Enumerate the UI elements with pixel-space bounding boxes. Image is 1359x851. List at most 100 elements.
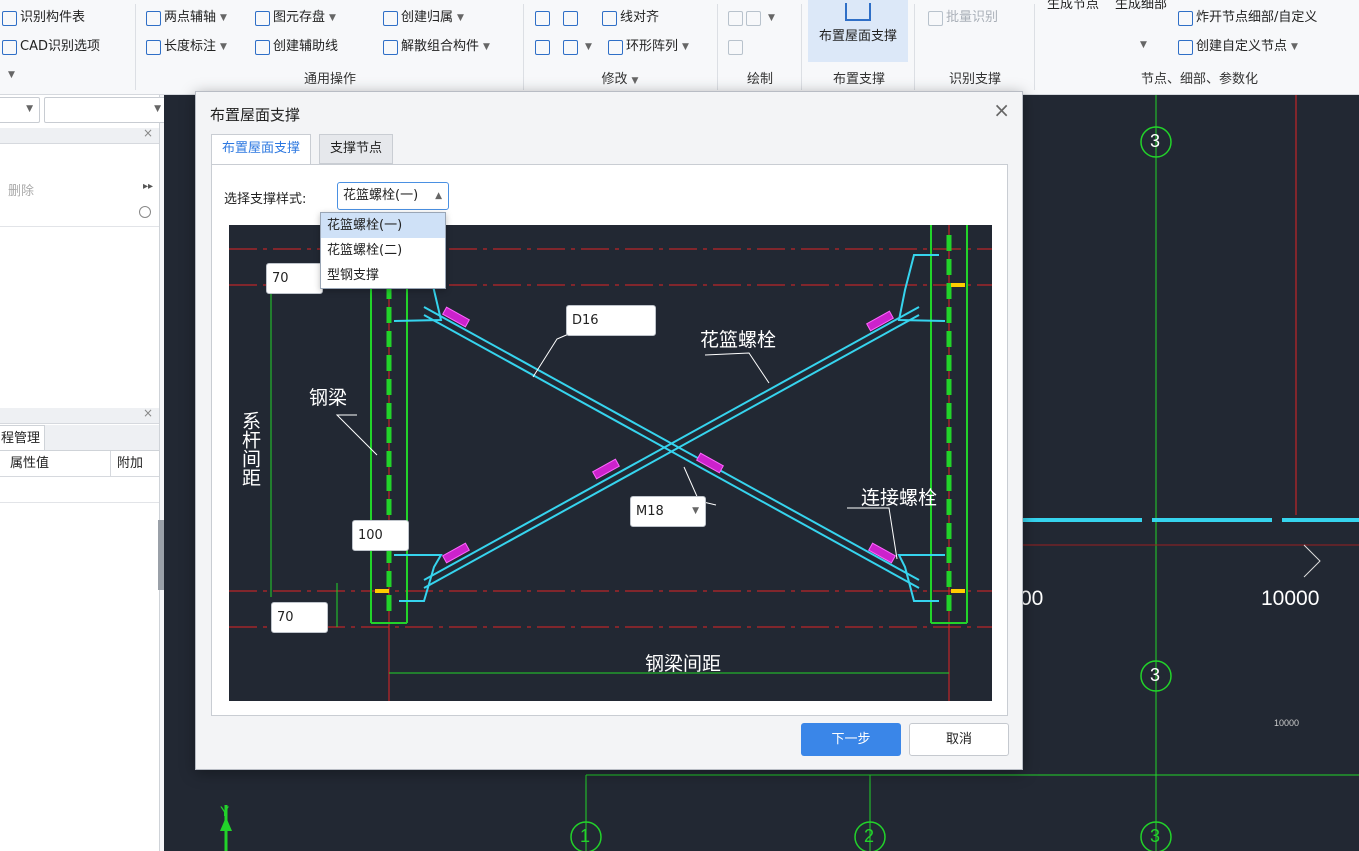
close-icon[interactable]: × — [993, 100, 1010, 120]
component-list-header: × — [0, 126, 159, 144]
extend-button[interactable]: ▼ — [563, 37, 592, 57]
delete-button[interactable]: 删除 — [8, 180, 34, 199]
chevron-down-icon: ▼ — [154, 104, 161, 114]
chevron-down-icon: ▼ — [483, 42, 490, 52]
ring-array-button[interactable]: 环形阵列 ▼ — [608, 37, 689, 57]
cad-identify-options-button[interactable]: CAD识别选项 — [2, 37, 100, 57]
cancel-button[interactable]: 取消 — [909, 723, 1009, 756]
axis-label: 3 — [1150, 826, 1161, 846]
batch-identify-icon — [928, 10, 943, 26]
copy-icon — [535, 10, 550, 26]
array-icon — [608, 39, 623, 55]
ribbon-divider — [914, 4, 915, 90]
tab-place-roof-bracing[interactable]: 布置屋面支撑 — [211, 134, 312, 165]
ribbon-toolbar: 识别构件表 CAD识别选项 ▼ 两点辅轴 ▼ 长度标注 ▼ 图元存盘 ▼ 创建辅助线 … — [0, 0, 1359, 95]
connection-bolt-label: 连接螺栓 — [861, 487, 938, 509]
rod-diameter-input[interactable]: D16 — [566, 305, 656, 336]
tab-property-management[interactable]: 程管理 — [0, 425, 45, 451]
chevron-down-icon: ▼ — [457, 13, 464, 23]
bracing-diagram: 花篮螺栓 钢梁 系杆间距 连接螺栓 钢梁间距 70 D16 100 M18 ▼ 7… — [229, 225, 992, 701]
create-custom-node-button[interactable]: 创建自定义节点 ▼ — [1178, 37, 1298, 57]
dropdown-option[interactable]: 型钢支撑 — [321, 263, 445, 288]
place-roof-bracing-button[interactable]: 布置屋面支撑 — [808, 0, 908, 62]
bracing-style-dropdown: 花篮螺栓(一) 花篮螺栓(二) 型钢支撑 — [320, 212, 446, 289]
col-attr-value: 属性值 — [10, 456, 50, 471]
group-label-modify[interactable]: 修改 ▼ — [525, 70, 715, 90]
create-group-button[interactable]: 创建归属 ▼ — [383, 8, 464, 28]
table-row[interactable] — [0, 477, 159, 503]
move-icon — [535, 39, 550, 55]
dropdown-option[interactable]: 花篮螺栓(二) — [321, 238, 445, 263]
two-point-axis-button[interactable]: 两点辅轴 ▼ — [146, 8, 227, 28]
save-icon — [255, 10, 270, 26]
group-label-place-bracing: 布置支撑 — [832, 72, 885, 87]
generate-detail-button[interactable]: 生成细部 — [1108, 0, 1174, 62]
extend-icon — [563, 39, 578, 55]
mirror-icon — [563, 10, 578, 26]
line-align-button[interactable]: 线对齐 — [602, 8, 659, 28]
weld-mark — [375, 589, 389, 593]
ucs-y-label: Y — [220, 803, 230, 819]
bracing-icon — [845, 3, 871, 21]
ribbon-divider — [135, 4, 136, 90]
generate-node-button[interactable]: 生成节点 — [1040, 0, 1106, 62]
identify-component-table-button[interactable]: 识别构件表 — [2, 8, 85, 28]
bracing-diagram-svg — [229, 225, 992, 701]
floor-select[interactable]: ▼ — [0, 97, 40, 123]
draw-rect-button[interactable] — [728, 37, 746, 57]
close-icon[interactable]: × — [143, 126, 153, 140]
search-icon — [139, 206, 151, 218]
length-dimension-button[interactable]: 长度标注 ▼ — [146, 37, 227, 57]
batch-identify-button[interactable]: 批量识别 — [928, 8, 998, 28]
copy-button[interactable] — [535, 8, 553, 28]
bottom-offset-input[interactable]: 70 — [271, 602, 328, 633]
dimension-text: 00 — [1020, 587, 1044, 610]
mirror-button[interactable] — [563, 8, 581, 28]
next-button[interactable]: 下一步 — [801, 723, 901, 756]
create-aux-line-button[interactable]: 创建辅助线 — [255, 37, 338, 57]
explode-icon — [1178, 10, 1193, 26]
top-offset-input[interactable]: 70 — [266, 263, 323, 294]
table-icon — [2, 10, 17, 26]
move-button[interactable] — [535, 37, 553, 57]
col-extra: 附加 — [110, 451, 143, 477]
chevron-up-icon: ▲ — [435, 191, 442, 201]
custom-node-icon — [1178, 39, 1193, 55]
ribbon-divider — [523, 4, 524, 90]
chevron-down-icon: ▼ — [220, 42, 227, 52]
aux-line-icon — [255, 39, 270, 55]
axis-label: 3 — [1150, 665, 1161, 685]
dimension-icon — [146, 39, 161, 55]
chevron-down-icon[interactable]: ▼ — [1140, 40, 1147, 50]
tab-bracing-node[interactable]: 支撑节点 — [319, 134, 394, 164]
explode-node-detail-button[interactable]: 炸开节点细部/自定义 — [1178, 8, 1317, 28]
explode-group-button[interactable]: 解散组合构件 ▼ — [383, 37, 490, 57]
chevron-down-icon: ▼ — [768, 13, 775, 23]
section-mark — [1303, 544, 1321, 578]
axis-icon — [146, 10, 161, 26]
purlin-spacing-label: 系杆间距 — [239, 411, 261, 487]
bracing-style-select[interactable]: 花篮螺栓(一) ▲ — [337, 182, 449, 210]
chevron-down-icon: ▼ — [26, 104, 33, 114]
group-label-identify-bracing: 识别支撑 — [948, 72, 1001, 87]
cad-options-icon — [2, 39, 17, 55]
more-icon[interactable]: ▸▸ — [143, 181, 153, 192]
steel-beam-label: 钢梁 — [309, 387, 348, 409]
group-label-draw: 绘制 — [746, 72, 773, 87]
element-save-button[interactable]: 图元存盘 ▼ — [255, 8, 336, 28]
close-icon[interactable]: × — [143, 406, 153, 420]
draw-line-button[interactable]: ▼ — [728, 8, 775, 28]
dropdown-option[interactable]: 花篮螺栓(一) — [321, 213, 445, 238]
ucs-arrow — [220, 817, 232, 831]
chevron-down-icon: ▼ — [585, 42, 592, 52]
chevron-down-icon[interactable]: ▼ — [8, 70, 15, 80]
weld-mark — [951, 589, 965, 593]
bolt-spec-select[interactable]: M18 ▼ — [630, 496, 706, 527]
dimension-text: 10000 — [1261, 587, 1320, 610]
chevron-down-icon: ▼ — [329, 13, 336, 23]
axis-label: 2 — [864, 826, 875, 846]
align-icon — [602, 10, 617, 26]
component-type-select[interactable]: ▼ — [44, 97, 168, 123]
middle-offset-input[interactable]: 100 — [352, 520, 409, 551]
search-input[interactable] — [0, 203, 159, 227]
